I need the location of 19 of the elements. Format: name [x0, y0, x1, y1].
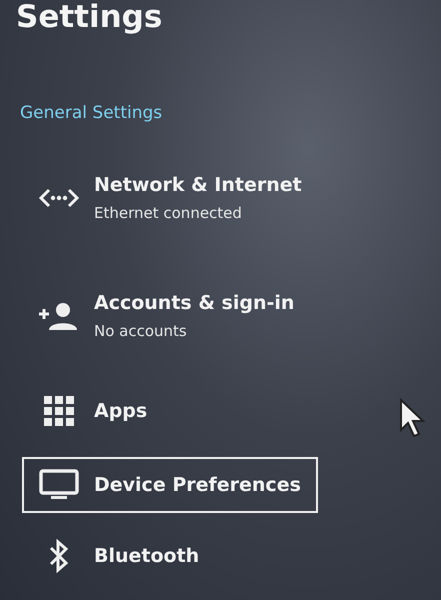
- item-title: Device Preferences: [94, 474, 301, 496]
- mouse-pointer-icon: [398, 398, 428, 438]
- item-subtitle: No accounts: [94, 322, 188, 340]
- bluetooth-icon: [48, 539, 70, 573]
- item-title: Network & Internet: [94, 174, 302, 196]
- page-title: Settings: [16, 2, 164, 33]
- item-title: Bluetooth: [94, 545, 200, 567]
- section-heading: General Settings: [20, 103, 164, 123]
- monitor-icon: [39, 469, 79, 501]
- item-title: Accounts & sign-in: [94, 292, 294, 314]
- menu-item[interactable]: Apps: [22, 375, 318, 447]
- menu-item[interactable]: Network & Internet Ethernet connected: [22, 139, 318, 257]
- grid-icon: [42, 394, 76, 428]
- item-subtitle: Ethernet connected: [94, 204, 243, 222]
- menu-item[interactable]: Bluetooth: [22, 525, 318, 587]
- item-title: Apps: [94, 400, 148, 422]
- network-icon: [37, 186, 81, 210]
- menu-item[interactable]: Accounts & sign-in No accounts: [22, 257, 318, 375]
- menu-item[interactable]: Device Preferences: [22, 457, 318, 513]
